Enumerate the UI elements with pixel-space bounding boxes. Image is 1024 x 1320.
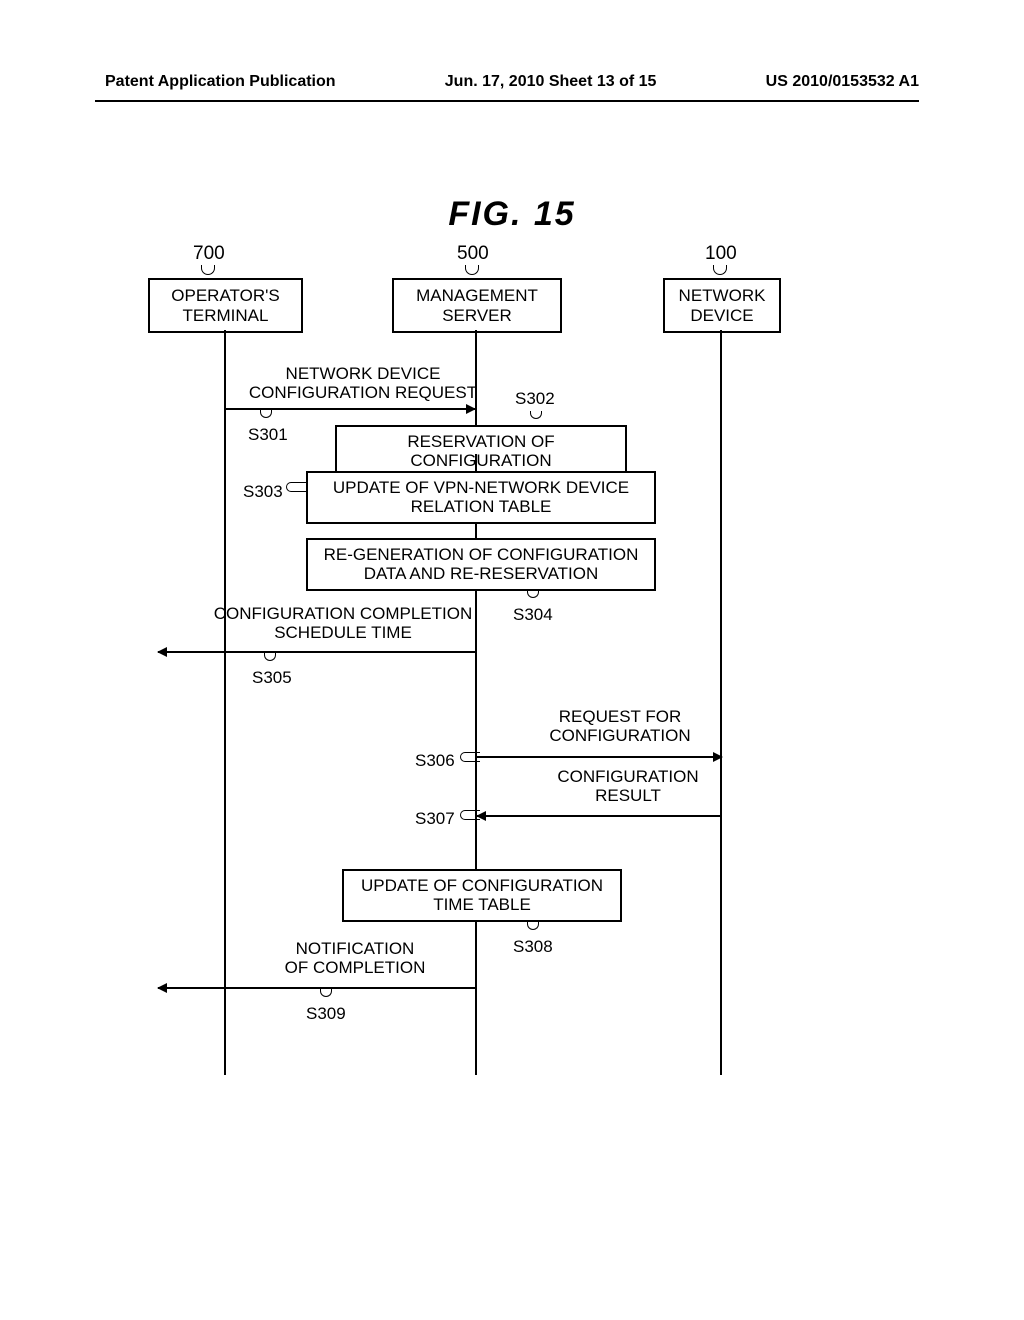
step-box-s304: RE-GENERATION OF CONFIGURATION DATA AND … bbox=[306, 538, 656, 591]
step-id-s301: S301 bbox=[248, 425, 288, 445]
connector-icon bbox=[460, 810, 480, 820]
lifeline-id-device: 100 bbox=[705, 243, 737, 265]
bracket-icon bbox=[530, 411, 542, 419]
lifeline-device bbox=[720, 330, 722, 1075]
bracket-icon bbox=[201, 265, 215, 275]
step-id-s302: S302 bbox=[515, 389, 555, 409]
arrowhead-right-icon bbox=[713, 752, 723, 762]
arrow-s305 bbox=[158, 651, 475, 653]
connector-line bbox=[475, 454, 477, 471]
bracket-icon bbox=[527, 922, 539, 930]
step-id-s304: S304 bbox=[513, 605, 553, 625]
bracket-icon bbox=[264, 653, 276, 661]
arrow-s307 bbox=[477, 815, 722, 817]
bracket-icon bbox=[527, 590, 539, 598]
connector-icon bbox=[460, 752, 480, 762]
arrowhead-left-icon bbox=[157, 647, 167, 657]
step-id-s307: S307 bbox=[415, 809, 455, 829]
bracket-icon bbox=[465, 265, 479, 275]
lifeline-box-device: NETWORK DEVICE bbox=[663, 278, 781, 333]
bracket-icon bbox=[713, 265, 727, 275]
step-box-s303: UPDATE OF VPN-NETWORK DEVICE RELATION TA… bbox=[306, 471, 656, 524]
connector-icon bbox=[286, 482, 306, 492]
arrow-s309 bbox=[158, 987, 475, 989]
step-id-s309: S309 bbox=[306, 1004, 346, 1024]
step-box-s308: UPDATE OF CONFIGURATION TIME TABLE bbox=[342, 869, 622, 922]
label-s305: CONFIGURATION COMPLETION SCHEDULE TIME bbox=[208, 605, 478, 642]
figure-title: FIG. 15 bbox=[448, 195, 575, 234]
sequence-diagram: 700 OPERATOR'S TERMINAL 500 MANAGEMENT S… bbox=[170, 243, 824, 1120]
label-s307: CONFIGURATION RESULT bbox=[528, 768, 728, 805]
step-id-s305: S305 bbox=[252, 668, 292, 688]
arrowhead-left-icon bbox=[157, 983, 167, 993]
header-center: Jun. 17, 2010 Sheet 13 of 15 bbox=[445, 73, 657, 91]
arrowhead-right-icon bbox=[466, 404, 476, 414]
label-s301: NETWORK DEVICE CONFIGURATION REQUEST bbox=[248, 365, 478, 402]
header-divider bbox=[95, 100, 919, 102]
label-s309: NOTIFICATION OF COMPLETION bbox=[275, 940, 435, 977]
lifeline-box-server: MANAGEMENT SERVER bbox=[392, 278, 562, 333]
step-id-s303: S303 bbox=[243, 482, 283, 502]
page-header: Patent Application Publication Jun. 17, … bbox=[0, 73, 1024, 91]
bracket-icon bbox=[320, 989, 332, 997]
lifeline-id-operator: 700 bbox=[193, 243, 225, 265]
header-right: US 2010/0153532 A1 bbox=[766, 73, 919, 91]
step-id-s308: S308 bbox=[513, 937, 553, 957]
arrow-s306 bbox=[477, 756, 722, 758]
lifeline-id-server: 500 bbox=[457, 243, 489, 265]
lifeline-box-operator: OPERATOR'S TERMINAL bbox=[148, 278, 303, 333]
header-left: Patent Application Publication bbox=[105, 73, 336, 91]
step-id-s306: S306 bbox=[415, 751, 455, 771]
bracket-icon bbox=[260, 410, 272, 418]
lifeline-operator bbox=[224, 330, 226, 1075]
label-s306: REQUEST FOR CONFIGURATION bbox=[520, 708, 720, 745]
